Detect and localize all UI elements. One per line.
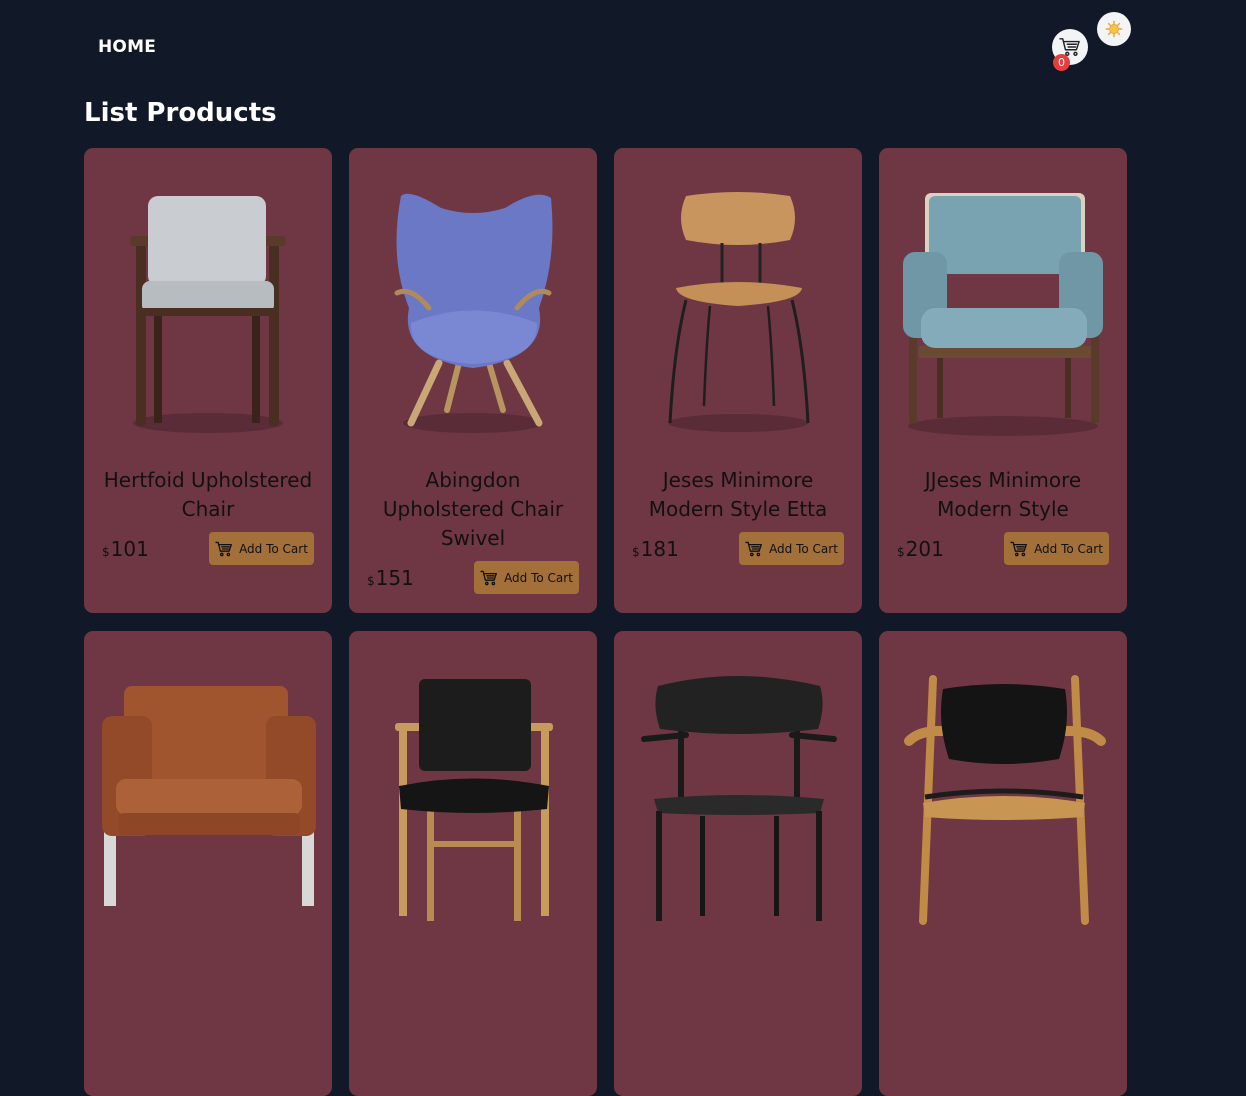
product-card	[614, 631, 862, 1096]
product-image-wingback-chair[interactable]	[349, 148, 597, 448]
product-price: $ 151	[367, 566, 414, 590]
add-to-cart-label: Add To Cart	[1034, 541, 1103, 556]
add-to-cart-button[interactable]: Add To Cart	[739, 532, 844, 565]
price-currency: $	[897, 544, 905, 559]
price-currency: $	[102, 544, 110, 559]
product-name: Abingdon Upholstered Chair Swivel	[382, 468, 564, 550]
add-to-cart-button[interactable]: Add To Cart	[1004, 532, 1109, 565]
price-value: 151	[375, 565, 414, 590]
product-name: Jeses Minimore Modern Style Etta	[648, 468, 828, 521]
product-card	[84, 631, 332, 1096]
page-title: List Products	[84, 98, 277, 128]
price-value: 201	[905, 536, 944, 561]
product-price: $ 181	[632, 537, 679, 561]
nav-home-link[interactable]: HOME	[98, 37, 156, 57]
cart-icon	[480, 570, 497, 585]
product-card: JJeses Minimore Modern Style $ 201 Add T…	[879, 148, 1127, 613]
add-to-cart-label: Add To Cart	[769, 541, 838, 556]
product-name: Hertfoid Upholstered Chair	[103, 468, 313, 521]
product-image-leather-armchair[interactable]	[84, 631, 332, 931]
product-image-wooden-chair[interactable]	[614, 148, 862, 448]
product-image-leather-dining-chair[interactable]	[349, 631, 597, 931]
add-to-cart-button[interactable]: Add To Cart	[474, 561, 579, 594]
sun-icon	[1105, 20, 1123, 38]
price-currency: $	[632, 544, 640, 559]
product-image-upholstered-armchair[interactable]	[84, 148, 332, 448]
product-grid: Hertfoid Upholstered Chair $ 101 Add To …	[84, 148, 1127, 1096]
product-card	[879, 631, 1127, 1096]
cart-icon	[745, 541, 762, 556]
add-to-cart-label: Add To Cart	[239, 541, 308, 556]
price-value: 101	[110, 536, 149, 561]
product-image-black-wooden-chair[interactable]	[614, 631, 862, 931]
theme-toggle-button[interactable]	[1097, 12, 1131, 46]
product-card: Abingdon Upholstered Chair Swivel $ 151 …	[349, 148, 597, 613]
price-value: 181	[640, 536, 679, 561]
cart-count-badge: 0	[1053, 54, 1070, 71]
product-image-curved-armchair[interactable]	[879, 631, 1127, 931]
product-image-lounge-chair[interactable]	[879, 148, 1127, 448]
price-currency: $	[367, 573, 375, 588]
product-card: Jeses Minimore Modern Style Etta $ 181 A…	[614, 148, 862, 613]
product-card	[349, 631, 597, 1096]
cart-icon	[1010, 541, 1027, 556]
product-price: $ 201	[897, 537, 944, 561]
add-to-cart-label: Add To Cart	[504, 570, 573, 585]
cart-icon	[215, 541, 232, 556]
add-to-cart-button[interactable]: Add To Cart	[209, 532, 314, 565]
product-card: Hertfoid Upholstered Chair $ 101 Add To …	[84, 148, 332, 613]
product-name: JJeses Minimore Modern Style	[924, 468, 1082, 521]
product-price: $ 101	[102, 537, 149, 561]
